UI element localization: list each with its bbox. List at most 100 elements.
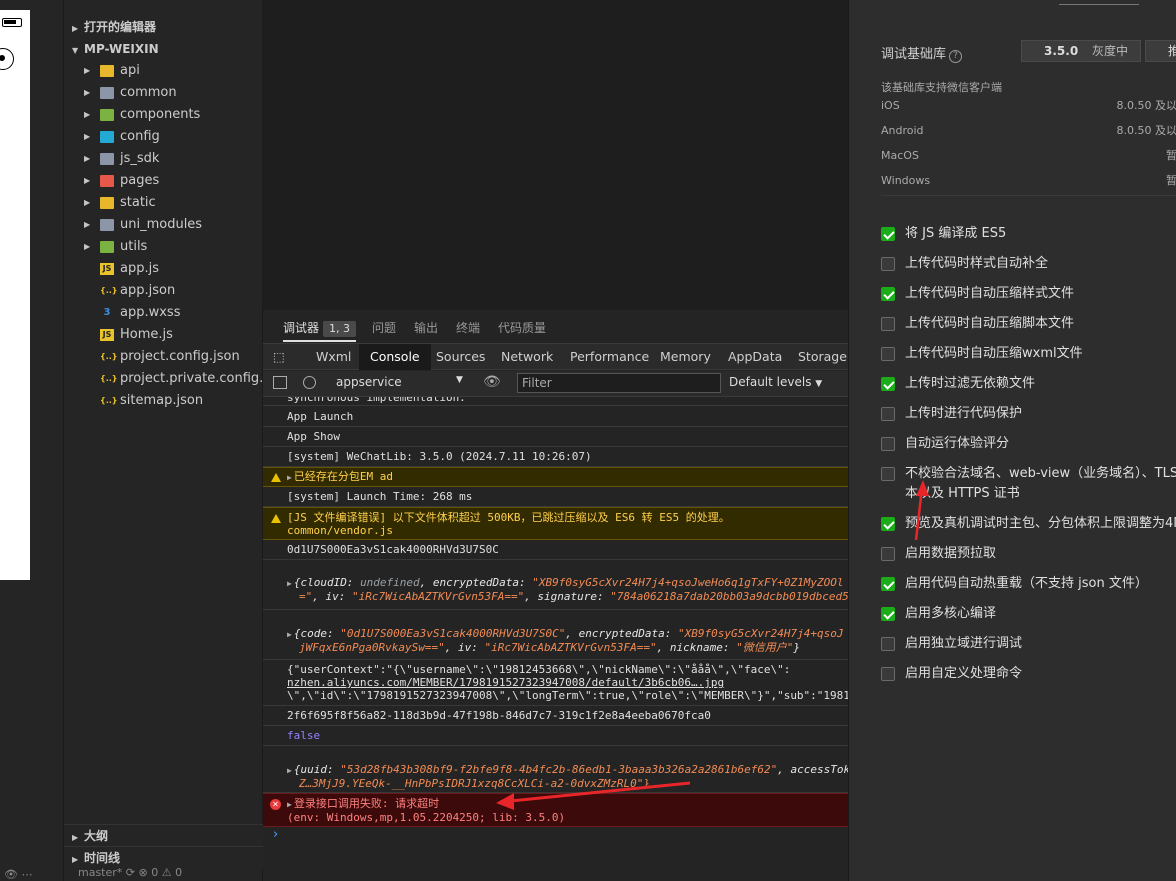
capsule-button-icon[interactable] — [0, 48, 14, 70]
warning-line[interactable]: [JS 文件编译错误] 以下文件体积超过 500KB，已跳过压缩以及 ES6 转… — [263, 507, 848, 540]
checkbox-icon[interactable] — [881, 227, 895, 241]
checkbox-icon[interactable] — [881, 287, 895, 301]
setting-checkbox[interactable]: 将 JS 编译成 ES5 — [881, 223, 1176, 245]
sidebar-toggle-icon[interactable] — [273, 376, 287, 389]
setting-checkbox[interactable]: 上传代码时自动压缩wxml文件 — [881, 343, 1176, 365]
log-object[interactable]: ▶ {cloudID: undefined, encryptedData: "XB… — [263, 560, 848, 610]
checkbox-icon[interactable] — [881, 607, 895, 621]
setting-checkbox[interactable]: 自动运行体验评分 — [881, 433, 1176, 455]
console-output[interactable]: synchronous implementation. App Launch A… — [263, 397, 848, 847]
push-button[interactable]: 推 — [1145, 40, 1176, 62]
expand-arrow-icon[interactable]: ▶ — [287, 630, 292, 639]
folder-item[interactable]: ▶ utils — [64, 236, 263, 258]
tab-sources[interactable]: Sources — [436, 344, 485, 370]
file-item[interactable]: 3 app.wxss — [64, 302, 263, 324]
help-icon[interactable]: ? — [949, 50, 963, 63]
lib-version-select[interactable]: 3.5.0 灰度中 — [1021, 40, 1141, 62]
expand-arrow-icon[interactable]: ▶ — [287, 579, 292, 588]
log-object[interactable]: ▶ {code: "0d1U7S000Ea3vS1cak4000RHVd3U7S0… — [263, 610, 848, 660]
setting-checkbox[interactable]: 启用自定义处理命令 — [881, 663, 1176, 685]
checkbox-icon[interactable] — [881, 577, 895, 591]
setting-checkbox[interactable]: 启用代码自动热重载（不支持 json 文件） — [881, 573, 1176, 595]
console-prompt[interactable]: › — [273, 827, 278, 842]
clear-console-icon[interactable] — [303, 376, 316, 389]
checkbox-icon[interactable] — [881, 347, 895, 361]
log-line: App Show — [263, 427, 848, 447]
checkbox-icon[interactable] — [881, 317, 895, 331]
filter-input[interactable]: Filter — [517, 373, 721, 393]
folder-item[interactable]: ▶ js_sdk — [64, 148, 263, 170]
checkbox-icon[interactable] — [881, 377, 895, 391]
checkbox-icon[interactable] — [881, 467, 895, 481]
open-editors-section[interactable]: ▶ 打开的编辑器 — [64, 16, 263, 38]
platform-version: 8.0.50 及以 — [1116, 99, 1176, 112]
tab-wxml[interactable]: Wxml — [316, 344, 351, 370]
checkbox-icon[interactable] — [881, 637, 895, 651]
tab-performance[interactable]: Performance — [570, 344, 649, 370]
tree-item-label: components — [120, 107, 201, 122]
file-item[interactable]: {..} app.json — [64, 280, 263, 302]
setting-checkbox[interactable]: 启用独立域进行调试 — [881, 633, 1176, 655]
expand-arrow-icon[interactable]: ▶ — [287, 800, 292, 809]
simulator-screen[interactable] — [0, 10, 30, 580]
folder-item[interactable]: ▶ api — [64, 60, 263, 82]
setting-checkbox[interactable]: 上传时进行代码保护 — [881, 403, 1176, 425]
checkbox-icon[interactable] — [881, 517, 895, 531]
tab-appdata[interactable]: AppData — [728, 344, 782, 370]
context-select[interactable]: appservice ▼ — [336, 375, 466, 389]
inspect-icon[interactable]: ⬚ — [273, 344, 293, 370]
warning-icon — [271, 473, 281, 482]
file-item[interactable]: {..}project.private.config.js... — [64, 368, 263, 390]
folder-item[interactable]: ▶ config — [64, 126, 263, 148]
log-levels-select[interactable]: Default levels ▼ — [729, 375, 822, 389]
setting-checkbox[interactable]: 启用数据预拉取 — [881, 543, 1176, 565]
folder-item[interactable]: ▶ pages — [64, 170, 263, 192]
checkbox-icon[interactable] — [881, 407, 895, 421]
file-item[interactable]: {..} sitemap.json — [64, 390, 263, 412]
log-link[interactable]: nzhen.aliyuncs.com/MEMBER/17981915273239… — [287, 676, 848, 689]
eye-icon[interactable]: 👁 — [483, 374, 501, 390]
log-object[interactable]: ▶ {uuid: "53d28fb43b308bf9-f2bfe9f8-4b4fc… — [263, 746, 848, 793]
count-badge: 1, 3 — [323, 321, 357, 337]
outline-section[interactable]: ▶ 大纲 — [64, 824, 263, 846]
tab-storage[interactable]: Storage — [798, 344, 847, 370]
warning-line[interactable]: ▶ 已经存在分包EM ad — [263, 467, 848, 487]
editor-area[interactable] — [263, 0, 848, 310]
eye-icon[interactable]: 👁 ⋯ — [4, 868, 32, 881]
error-line[interactable]: ✕ ▶ 登录接口调用失败: 请求超时 (env: Windows,mp,1.05.… — [263, 793, 848, 827]
folder-item[interactable]: ▶ common — [64, 82, 263, 104]
tab-network[interactable]: Network — [501, 344, 553, 370]
status-bar[interactable]: master* ⟳ ⊗ 0 ⚠ 0 — [64, 865, 263, 881]
tab-console[interactable]: Console — [359, 344, 431, 370]
setting-checkbox[interactable]: 上传代码时自动压缩样式文件 — [881, 283, 1176, 305]
tab-problems[interactable]: 问题 — [372, 318, 396, 342]
setting-checkbox[interactable]: 不校验合法域名、web-view（业务域名）、TLS 本以及 HTTPS 证书 — [881, 463, 1176, 501]
checkbox-icon[interactable] — [881, 547, 895, 561]
chevron-right-icon: ▶ — [84, 132, 91, 141]
file-item[interactable]: {..} project.config.json — [64, 346, 263, 368]
log-line: [system] Launch Time: 268 ms — [263, 487, 848, 507]
checkbox-icon[interactable] — [881, 257, 895, 271]
setting-checkbox[interactable]: 上传代码时样式自动补全 — [881, 253, 1176, 275]
project-section[interactable]: ▼ MP-WEIXIN — [64, 38, 263, 60]
tab-memory[interactable]: Memory — [660, 344, 711, 370]
folder-item[interactable]: ▶ uni_modules — [64, 214, 263, 236]
expand-arrow-icon[interactable]: ▶ — [287, 766, 292, 775]
setting-label-line2: 本以及 HTTPS 证书 — [905, 486, 1020, 501]
tab-output[interactable]: 输出 — [414, 318, 438, 342]
setting-checkbox[interactable]: 上传代码时自动压缩脚本文件 — [881, 313, 1176, 335]
file-item[interactable]: JS app.js — [64, 258, 263, 280]
setting-checkbox[interactable]: 预览及真机调试时主包、分包体积上限调整为4M — [881, 513, 1176, 535]
setting-checkbox[interactable]: 启用多核心编译 — [881, 603, 1176, 625]
folder-item[interactable]: ▶ static — [64, 192, 263, 214]
checkbox-icon[interactable] — [881, 437, 895, 451]
folder-item[interactable]: ▶ components — [64, 104, 263, 126]
tab-debugger[interactable]: 调试器 1, 3 — [283, 318, 357, 342]
file-item[interactable]: JS Home.js — [64, 324, 263, 346]
expand-arrow-icon[interactable]: ▶ — [287, 473, 292, 482]
tab-code-quality[interactable]: 代码质量 — [498, 318, 546, 342]
setting-checkbox[interactable]: 上传时过滤无依赖文件 — [881, 373, 1176, 395]
tab-terminal[interactable]: 终端 — [456, 318, 480, 342]
checkbox-icon[interactable] — [881, 667, 895, 681]
tab-debugger-label: 调试器 — [283, 321, 320, 335]
